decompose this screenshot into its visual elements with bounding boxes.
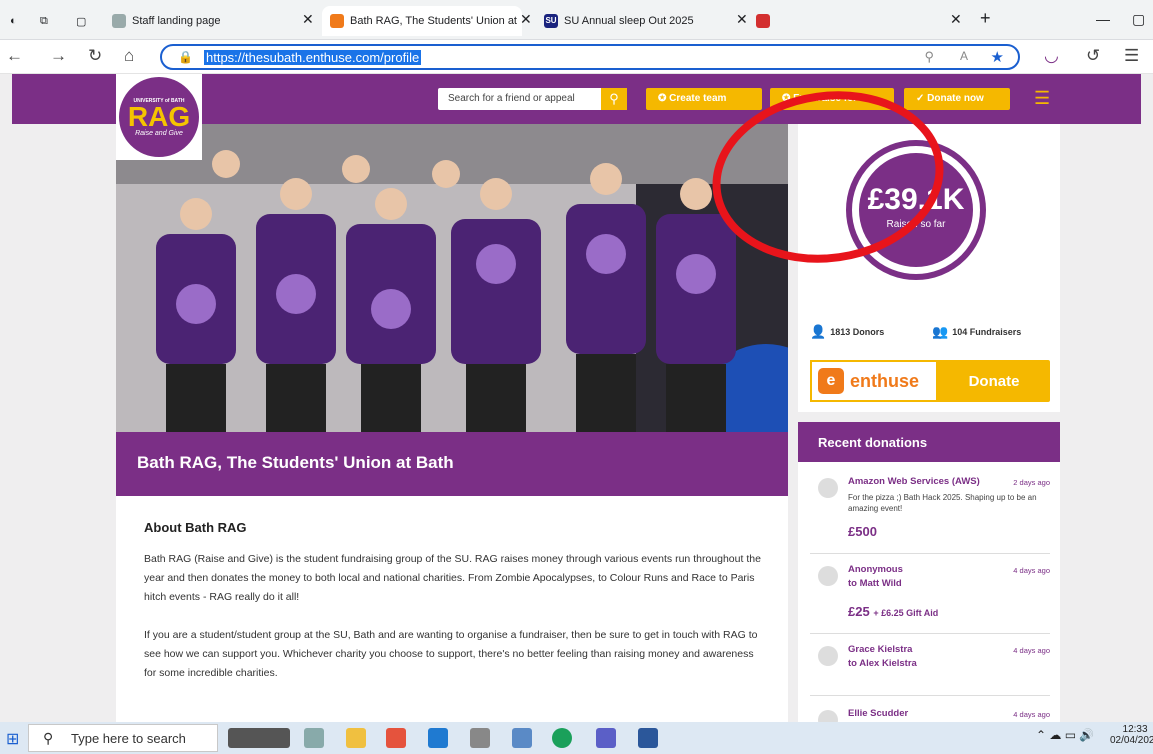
minimize-icon[interactable]: — — [1096, 11, 1110, 27]
donor-icon: 👤 — [810, 324, 827, 339]
avatar — [818, 646, 838, 666]
bath-app-icon[interactable] — [228, 728, 290, 748]
workspaces-icon[interactable]: ⧉ — [40, 6, 60, 36]
about-paragraph-1: Bath RAG (Raise and Give) is the student… — [144, 553, 761, 603]
tab-staff-landing[interactable]: Staff landing page — [112, 6, 292, 36]
close-tab-icon[interactable]: ✕ — [950, 11, 962, 28]
close-tab-icon[interactable]: ✕ — [520, 11, 532, 28]
file-explorer-icon[interactable] — [346, 728, 366, 748]
donation-item: Ellie Scudder 4 days ago — [810, 708, 1050, 722]
clock[interactable]: 12:33 02/04/2025 — [1110, 724, 1153, 746]
read-aloud-icon[interactable]: A — [960, 49, 968, 63]
staff-favicon-icon — [112, 14, 126, 28]
calculator-icon[interactable] — [470, 728, 490, 748]
page-title-bar: Bath RAG, The Students' Union at Bath — [116, 432, 788, 496]
rag-logo[interactable]: UNIVERSITY of BATH RAG Raise and Give — [116, 74, 202, 160]
search-input[interactable]: Search for a friend or appeal — [438, 88, 601, 110]
refresh-extension-icon[interactable]: ↺ — [1086, 46, 1100, 66]
favorites-icon[interactable]: ☰ — [1124, 46, 1139, 66]
volunteers-photo — [116, 124, 788, 432]
avatar — [818, 566, 838, 586]
edge-icon[interactable] — [552, 728, 572, 748]
avatar — [818, 710, 838, 722]
logo-sub-text: Raise and Give — [135, 129, 183, 137]
teams-icon[interactable] — [596, 728, 616, 748]
avatar — [818, 478, 838, 498]
tab-sleep-out[interactable]: SU SU Annual sleep Out 2025 — [544, 6, 724, 36]
close-tab-icon[interactable]: ✕ — [736, 11, 748, 28]
donation-item: Amazon Web Services (AWS) 2 days ago For… — [810, 476, 1050, 554]
donation-item: Grace Kielstra 4 days ago to Alex Kielst… — [810, 644, 1050, 696]
recent-donations-heading: Recent donations — [798, 422, 1060, 462]
fundraisers-stat: 👥 104 Fundraisers — [932, 324, 1022, 339]
search-icon[interactable]: ⚲ — [601, 88, 627, 110]
address-bar[interactable]: 🔒 https://thesubath.enthuse.com/profile … — [160, 44, 1020, 70]
taskbar-search[interactable]: ⚲ Type here to search — [28, 724, 218, 752]
page-title: Bath RAG, The Students' Union at Bath — [137, 453, 454, 472]
hamburger-menu-icon[interactable]: ☰ — [1034, 89, 1050, 107]
browser-toolbar: ← → ↻ ⌂ 🔒 https://thesubath.enthuse.com/… — [0, 40, 1153, 74]
enthuse-logo-icon: e — [818, 368, 844, 394]
about-paragraph-2: If you are a student/student group at th… — [144, 629, 758, 679]
app-icon[interactable] — [512, 728, 532, 748]
fundraisers-icon: 👥 — [932, 324, 949, 339]
outlook-icon[interactable] — [428, 728, 448, 748]
url-text[interactable]: https://thesubath.enthuse.com/profile — [204, 50, 422, 65]
back-icon[interactable]: ← — [6, 46, 23, 66]
system-tray-icons[interactable]: ⌃ ☁ ▭ 🔊 — [1036, 728, 1094, 742]
favorite-star-icon[interactable]: ★ — [991, 48, 1004, 66]
office-icon[interactable] — [386, 728, 406, 748]
search-icon: ⚲ — [43, 730, 54, 746]
tab-actions-icon[interactable]: ▢ — [76, 6, 96, 36]
new-tab-icon[interactable]: + — [980, 8, 991, 29]
tab-bath-rag[interactable]: Bath RAG, The Students' Union at — [322, 6, 522, 36]
logo-rag-text: RAG — [127, 100, 191, 132]
tab-pdf[interactable] — [756, 6, 926, 36]
donate-label: Donate — [968, 372, 1020, 390]
home-icon[interactable]: ⌂ — [124, 46, 134, 66]
pdf-favicon-icon — [756, 14, 770, 28]
task-view-icon[interactable] — [304, 728, 324, 748]
refresh-icon[interactable]: ↻ — [88, 46, 102, 66]
about-section: About Bath RAG Bath RAG (Raise and Give)… — [116, 496, 788, 722]
recent-donations-list: Amazon Web Services (AWS) 2 days ago For… — [798, 462, 1060, 722]
enthuse-brand-text: enthuse — [850, 370, 920, 391]
enthuse-favicon-icon — [330, 14, 344, 28]
hero-photo — [116, 124, 788, 432]
about-heading: About Bath RAG — [144, 520, 247, 535]
windows-start-icon[interactable]: ⊞ — [6, 729, 19, 749]
su-favicon-icon: SU — [544, 14, 558, 28]
forward-icon[interactable]: → — [50, 46, 67, 66]
restore-icon[interactable]: ▢ — [1132, 11, 1145, 28]
extension-icon[interactable]: ◡ — [1044, 46, 1059, 66]
donate-now-button[interactable]: ✓ Donate now — [904, 88, 1010, 110]
zoom-icon[interactable]: ⚲ — [924, 49, 934, 65]
donors-stat: 👤 1813 Donors — [810, 324, 885, 339]
lock-icon: 🔒 — [178, 50, 193, 64]
close-tab-icon[interactable]: ✕ — [302, 11, 314, 28]
profile-icon[interactable]: ◐ — [10, 6, 30, 36]
browser-tab-strip: ◐ ⧉ ▢ Staff landing page ✕ Bath RAG, The… — [0, 0, 1153, 40]
webpage: UNIVERSITY of BATH RAG Raise and Give Se… — [0, 74, 1153, 722]
windows-taskbar: ⊞ ⚲ Type here to search ⌃ ☁ ▭ 🔊 12:33 02… — [0, 722, 1153, 754]
create-team-button[interactable]: ✪ Create team — [646, 88, 762, 110]
enthuse-donate-button[interactable]: e enthuse Donate — [810, 360, 1050, 402]
word-icon[interactable] — [638, 728, 658, 748]
donation-item: Anonymous 4 days ago to Matt Wild £25 + … — [810, 564, 1050, 634]
